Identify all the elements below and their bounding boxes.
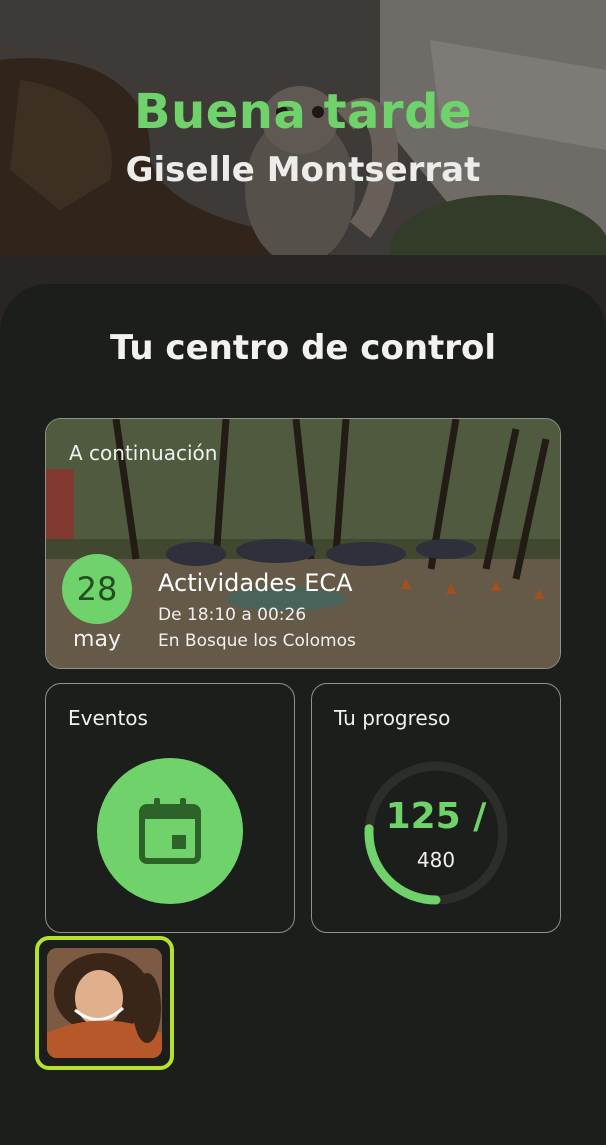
- event-month: may: [73, 627, 121, 652]
- progress-total: 480: [416, 848, 456, 872]
- events-card[interactable]: Eventos: [45, 683, 295, 933]
- progress-current: 125 /: [385, 796, 487, 837]
- progress-card-label: Tu progreso: [334, 706, 451, 730]
- panel-title: Tu centro de control: [109, 328, 497, 368]
- event-title: Actividades ECA: [158, 569, 353, 597]
- user-name: Giselle Montserrat: [125, 150, 481, 190]
- event-day-badge: 28: [62, 554, 132, 624]
- event-place: En Bosque los Colomos: [158, 631, 356, 651]
- events-card-label: Eventos: [68, 706, 148, 730]
- progress-card[interactable]: Tu progreso 125 / 480: [311, 683, 561, 933]
- avatar: [47, 948, 162, 1058]
- next-event-label: A continuación: [69, 441, 218, 465]
- next-event-card[interactable]: A continuación 28 may Actividades ECA De…: [45, 418, 561, 669]
- greeting-text: Buena tarde: [133, 84, 472, 140]
- calendar-button[interactable]: [97, 758, 243, 904]
- avatar-photo: [47, 948, 162, 1058]
- event-time: De 18:10 a 00:26: [158, 605, 307, 625]
- profile-avatar-button[interactable]: [35, 936, 174, 1070]
- calendar-icon: [139, 798, 201, 864]
